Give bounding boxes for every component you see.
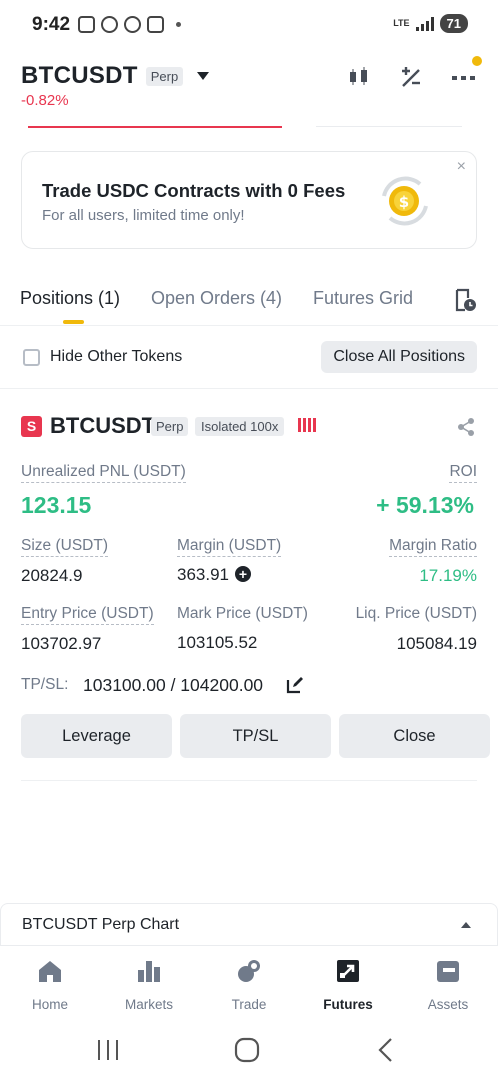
margin-label[interactable]: Margin (USDT) (177, 537, 282, 557)
signal-icon (415, 16, 434, 31)
entry-price-value: 103702.97 (21, 634, 102, 653)
positions-filter: Hide Other Tokens Close All Positions (0, 327, 498, 389)
promo-subtitle: For all users, limited time only! (42, 207, 245, 224)
nav-futures[interactable]: Futures (298, 958, 398, 1012)
entry-price-label[interactable]: Entry Price (USDT) (21, 605, 154, 625)
bottom-navigation: Home Markets Trade Futures Assets (0, 945, 498, 1017)
divider (21, 780, 477, 781)
symbol-selector[interactable]: BTCUSDT Perp (21, 62, 210, 90)
add-margin-icon[interactable]: + (235, 566, 251, 582)
home-icon (39, 961, 61, 982)
system-navigation (0, 1017, 498, 1080)
position-symbol[interactable]: BTCUSDT (50, 413, 155, 439)
nav-label: Trade (231, 997, 267, 1012)
market-header: BTCUSDT Perp -0.82% (0, 52, 498, 122)
status-time: 9:42 (32, 14, 71, 35)
roi-value: + 59.13% (376, 492, 474, 518)
leverage-button[interactable]: Leverage (21, 714, 172, 758)
margin-ratio-value: 17.19% (419, 566, 477, 585)
margin-value-group: 363.91 + (177, 565, 251, 585)
notification-icons (78, 16, 181, 33)
promo-title: Trade USDC Contracts with 0 Fees (42, 180, 346, 201)
nav-home[interactable]: Home (0, 958, 100, 1012)
back-icon[interactable] (374, 1037, 400, 1063)
tab-positions[interactable]: Positions (1) (20, 288, 120, 309)
symbol-name: BTCUSDT (21, 62, 138, 89)
trade-icon (238, 960, 260, 982)
nav-trade[interactable]: Trade (199, 958, 299, 1012)
assets-icon (437, 961, 459, 982)
close-position-button[interactable]: Close (339, 714, 490, 758)
position-contract-tag: Perp (151, 417, 189, 436)
share-icon[interactable] (456, 417, 476, 437)
margin-value: 363.91 (177, 565, 229, 584)
app-notification-icon (147, 16, 164, 33)
risk-level-icon (298, 418, 316, 432)
tab-open-orders[interactable]: Open Orders (4) (151, 288, 282, 309)
more-icon[interactable] (450, 64, 476, 90)
nav-label: Home (31, 997, 68, 1012)
margin-ratio-label[interactable]: Margin Ratio (389, 537, 477, 557)
tpsl-value: 103100.00 / 104200.00 (83, 675, 264, 695)
notification-dot (472, 56, 482, 66)
nav-label: Markets (124, 997, 173, 1012)
price-change: -0.82% (21, 92, 69, 109)
chevron-up-icon (461, 922, 471, 928)
calculator-icon[interactable] (398, 64, 424, 90)
unrealized-pnl-value: 123.15 (21, 492, 92, 518)
markets-icon (138, 961, 160, 982)
roi-label[interactable]: ROI (449, 463, 477, 483)
nav-label: Futures (323, 997, 373, 1012)
active-tab-indicator (63, 320, 84, 324)
hide-other-tokens-label[interactable]: Hide Other Tokens (50, 348, 182, 366)
unrealized-pnl-label[interactable]: Unrealized PNL (USDT) (21, 463, 186, 483)
chat-icon (124, 16, 141, 33)
chart-stub-line (28, 126, 282, 128)
liq-price-value: 105084.19 (396, 634, 477, 653)
mark-price-value: 103105.52 (177, 633, 258, 652)
history-icon[interactable] (453, 288, 477, 312)
tpsl-label: TP/SL: (21, 676, 69, 693)
hide-other-tokens-checkbox[interactable] (23, 349, 40, 366)
more-notifications-dot (176, 22, 181, 27)
close-all-positions-button[interactable]: Close All Positions (321, 341, 477, 373)
nav-assets[interactable]: Assets (398, 958, 498, 1012)
battery-indicator: 71 (439, 14, 468, 33)
network-label: LTE (393, 18, 410, 28)
nav-markets[interactable]: Markets (99, 958, 199, 1012)
talk-icon (101, 16, 118, 33)
chart-stub-line (316, 126, 462, 127)
mark-price-label: Mark Price (USDT) (177, 605, 308, 622)
contract-tag: Perp (145, 66, 184, 86)
system-status: LTE 71 (393, 14, 468, 33)
positions-tabs: Positions (1) Open Orders (4) Futures Gr… (0, 276, 498, 326)
futures-icon (337, 960, 359, 982)
svg-text:$: $ (399, 193, 409, 211)
liq-price-label: Liq. Price (USDT) (355, 605, 477, 622)
size-label[interactable]: Size (USDT) (21, 537, 108, 557)
home-button-icon[interactable] (234, 1037, 260, 1063)
edit-icon[interactable] (286, 676, 304, 694)
nav-label: Assets (427, 997, 469, 1012)
caret-down-icon (197, 72, 210, 80)
margin-mode-tag: Isolated 100x (195, 417, 285, 436)
promo-banner[interactable]: Trade USDC Contracts with 0 Fees For all… (21, 151, 477, 249)
chart-panel-label: BTCUSDT Perp Chart (22, 916, 180, 933)
tpsl-button[interactable]: TP/SL (180, 714, 331, 758)
status-bar: 9:42 LTE 71 (0, 0, 498, 52)
screenshot-icon (78, 16, 95, 33)
recent-apps-icon[interactable] (95, 1037, 121, 1063)
tab-futures-grid[interactable]: Futures Grid (313, 288, 413, 309)
size-value: 20824.9 (21, 566, 83, 585)
candlestick-chart-icon[interactable] (346, 64, 372, 90)
close-icon[interactable]: × (457, 158, 466, 176)
chart-panel-toggle[interactable]: BTCUSDT Perp Chart (0, 903, 498, 945)
short-side-badge: S (21, 416, 42, 437)
usdc-coin-icon: $ (382, 176, 428, 226)
